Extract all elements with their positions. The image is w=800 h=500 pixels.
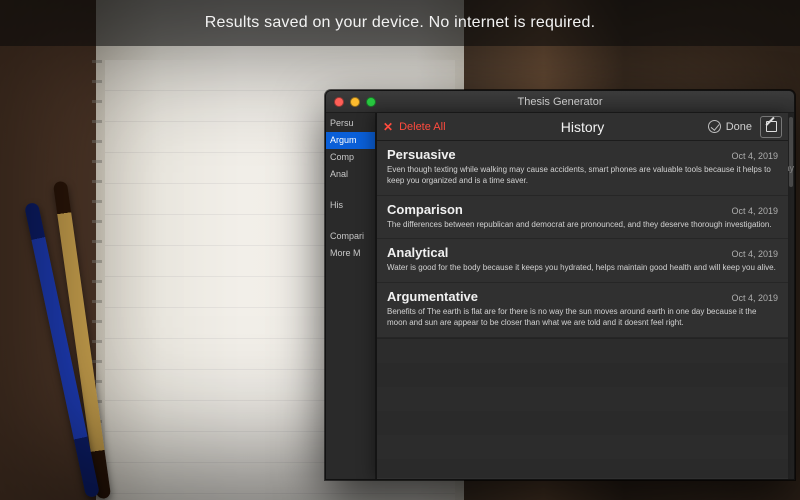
history-sheet: ✕ Delete All History Done Persuasive O <box>376 113 788 479</box>
window-titlebar[interactable]: Thesis Generator <box>326 91 794 113</box>
entry-date: Oct 4, 2019 <box>731 249 778 259</box>
sidebar-item-persuasive[interactable]: Persu <box>326 115 375 132</box>
sidebar-item-comparison[interactable]: Comp <box>326 149 375 166</box>
caption-text: Results saved on your device. No interne… <box>205 14 596 32</box>
scrollbar-thumb[interactable] <box>789 117 793 187</box>
sidebar-item-history[interactable]: His <box>326 197 375 214</box>
history-entry[interactable]: Argumentative Oct 4, 2019 Benefits of Th… <box>377 283 788 338</box>
compose-button[interactable] <box>760 116 782 138</box>
history-entry[interactable]: Analytical Oct 4, 2019 Water is good for… <box>377 239 788 283</box>
window-body: Persu Argum Comp Anal His Compari More M… <box>326 113 794 479</box>
entry-type: Analytical <box>387 245 448 260</box>
empty-rows <box>377 338 788 478</box>
history-entry[interactable]: Persuasive Oct 4, 2019 Even though texti… <box>377 141 788 196</box>
main-pane: lay ✕ Delete All History Done <box>376 113 794 479</box>
window-title: Thesis Generator <box>326 96 794 108</box>
app-window: Thesis Generator Persu Argum Comp Anal H… <box>325 90 795 480</box>
entry-date: Oct 4, 2019 <box>731 293 778 303</box>
sidebar-item-analytical[interactable]: Anal <box>326 166 375 183</box>
entry-type: Persuasive <box>387 147 456 162</box>
entry-body: The differences between republican and d… <box>387 220 778 231</box>
entry-body: Benefits of The earth is flat are for th… <box>387 307 778 329</box>
entry-date: Oct 4, 2019 <box>731 206 778 216</box>
history-title: History <box>377 119 788 135</box>
entry-type: Argumentative <box>387 289 478 304</box>
history-list[interactable]: Persuasive Oct 4, 2019 Even though texti… <box>377 141 788 479</box>
entry-body: Water is good for the body because it ke… <box>387 263 778 274</box>
entry-date: Oct 4, 2019 <box>731 151 778 161</box>
sidebar-item-argumentative[interactable]: Argum <box>326 132 375 149</box>
history-entry[interactable]: Comparison Oct 4, 2019 The differences b… <box>377 196 788 240</box>
sidebar-item-more[interactable]: More M <box>326 245 375 262</box>
history-header: ✕ Delete All History Done <box>377 113 788 141</box>
caption-banner: Results saved on your device. No interne… <box>0 0 800 46</box>
sidebar: Persu Argum Comp Anal His Compari More M <box>326 113 376 479</box>
entry-body: Even though texting while walking may ca… <box>387 165 778 187</box>
entry-type: Comparison <box>387 202 463 217</box>
sidebar-item-compare[interactable]: Compari <box>326 228 375 245</box>
